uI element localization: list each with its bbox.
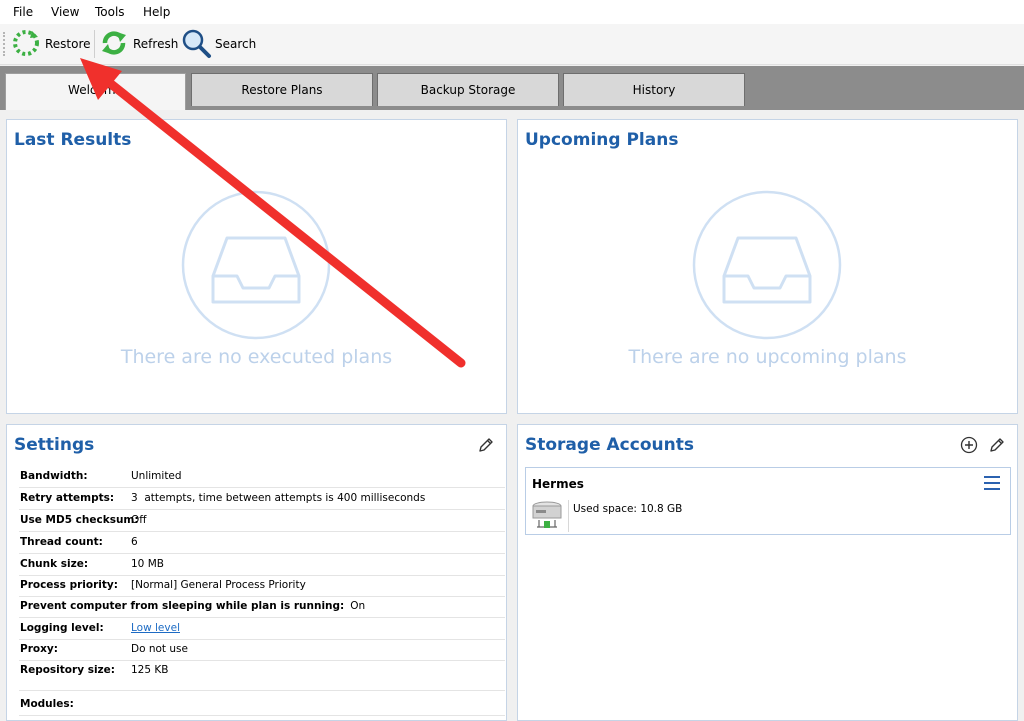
setting-key: Use MD5 checksum: bbox=[20, 514, 139, 526]
menu-file[interactable]: File bbox=[13, 5, 33, 19]
setting-key: Chunk size: bbox=[20, 558, 89, 570]
restore-button[interactable]: Restore bbox=[10, 28, 91, 60]
storage-accounts-panel: Storage Accounts Hermes Used space: 10.8… bbox=[517, 424, 1018, 721]
settings-row-retry: Retry attempts: 3 attempts, time between… bbox=[19, 488, 505, 510]
toolbar-separator bbox=[94, 30, 95, 58]
last-results-panel: Last Results There are no executed plans bbox=[6, 119, 507, 414]
search-button[interactable]: Search bbox=[180, 28, 256, 60]
used-space-value: 10.8 GB bbox=[640, 503, 683, 515]
account-name: Hermes bbox=[532, 477, 584, 491]
toolbar: Restore Refresh Search bbox=[0, 24, 1024, 65]
empty-message: There are no upcoming plans bbox=[628, 346, 907, 368]
settings-row-prevent-sleep: Prevent computer from sleeping while pla… bbox=[19, 596, 505, 618]
settings-panel: Settings Bandwidth: Unlimited Retry atte… bbox=[6, 424, 507, 721]
setting-value: Off bbox=[131, 514, 147, 526]
upcoming-plans-panel: Upcoming Plans There are no upcoming pla… bbox=[517, 119, 1018, 414]
settings-row-bandwidth: Bandwidth: Unlimited bbox=[19, 466, 505, 488]
card-divider bbox=[568, 500, 569, 532]
menu-tools[interactable]: Tools bbox=[95, 5, 125, 19]
panel-title: Upcoming Plans bbox=[525, 130, 679, 150]
menu-view[interactable]: View bbox=[51, 5, 79, 19]
setting-key: Modules: bbox=[20, 698, 74, 710]
setting-value: Unlimited bbox=[131, 470, 182, 482]
setting-key: Thread count: bbox=[20, 536, 103, 548]
search-icon bbox=[180, 27, 212, 62]
setting-key: Prevent computer from sleeping while pla… bbox=[20, 600, 345, 612]
settings-row-repository-size: Repository size: 125 KB bbox=[19, 660, 505, 691]
welcome-content: Last Results There are no executed plans… bbox=[0, 110, 1024, 721]
tab-welcome[interactable]: Welcome bbox=[5, 73, 186, 110]
hard-drive-icon bbox=[531, 500, 563, 533]
settings-row-md5: Use MD5 checksum: Off bbox=[19, 510, 505, 532]
empty-inbox-icon bbox=[692, 190, 842, 343]
refresh-icon bbox=[98, 27, 130, 62]
restore-label: Restore bbox=[45, 37, 91, 51]
empty-inbox-icon bbox=[181, 190, 331, 343]
used-space-label: Used space: bbox=[573, 503, 637, 515]
setting-key: Process priority: bbox=[20, 579, 118, 591]
setting-key: Retry attempts: bbox=[20, 492, 115, 504]
tab-strip: Welcome Restore Plans Backup Storage His… bbox=[0, 66, 1024, 110]
setting-value: [Normal] General Process Priority bbox=[131, 579, 306, 591]
refresh-label: Refresh bbox=[133, 37, 179, 51]
setting-key: Bandwidth: bbox=[20, 470, 88, 482]
edit-pencil-icon[interactable] bbox=[988, 436, 1006, 457]
setting-value: 10 MB bbox=[131, 558, 164, 570]
add-account-icon[interactable] bbox=[960, 436, 978, 457]
empty-message: There are no executed plans bbox=[120, 346, 393, 368]
menu-bar: File View Tools Help bbox=[0, 0, 1024, 24]
setting-value: 3 attempts, time between attempts is 400… bbox=[131, 492, 426, 504]
settings-row-process-priority: Process priority: [Normal] General Proce… bbox=[19, 575, 505, 597]
used-space-text: Used space: 10.8 GB bbox=[573, 503, 682, 515]
setting-value: 125 KB bbox=[131, 664, 169, 676]
edit-pencil-icon[interactable] bbox=[477, 436, 495, 457]
refresh-button[interactable]: Refresh bbox=[98, 28, 178, 60]
logging-level-link[interactable]: Low level bbox=[131, 618, 180, 639]
menu-hamburger-icon[interactable] bbox=[983, 475, 1001, 494]
panel-title: Settings bbox=[14, 435, 95, 455]
tab-history[interactable]: History bbox=[563, 73, 745, 106]
setting-value: 6 bbox=[131, 536, 138, 548]
settings-row-proxy: Proxy: Do not use bbox=[19, 639, 505, 661]
menu-help[interactable]: Help bbox=[143, 5, 170, 19]
tab-backup-storage[interactable]: Backup Storage bbox=[377, 73, 559, 106]
restore-icon bbox=[10, 27, 42, 62]
settings-row-thread-count: Thread count: 6 bbox=[19, 532, 505, 554]
setting-key: Proxy: bbox=[20, 643, 58, 655]
setting-value: Do not use bbox=[131, 643, 188, 655]
toolbar-grip bbox=[3, 32, 7, 56]
panel-title: Storage Accounts bbox=[525, 435, 694, 455]
tab-restore-plans[interactable]: Restore Plans bbox=[191, 73, 373, 106]
setting-value: On bbox=[350, 600, 366, 612]
panel-title: Last Results bbox=[14, 130, 132, 150]
settings-row-logging-level: Logging level: Low level bbox=[19, 618, 505, 640]
search-label: Search bbox=[215, 37, 257, 51]
setting-key: Logging level: bbox=[20, 622, 104, 634]
settings-row-chunk-size: Chunk size: 10 MB bbox=[19, 554, 505, 576]
setting-key: Repository size: bbox=[20, 664, 115, 676]
settings-row-modules: Modules: bbox=[19, 694, 505, 716]
storage-account-card[interactable]: Hermes Used space: 10.8 GB bbox=[525, 467, 1011, 535]
